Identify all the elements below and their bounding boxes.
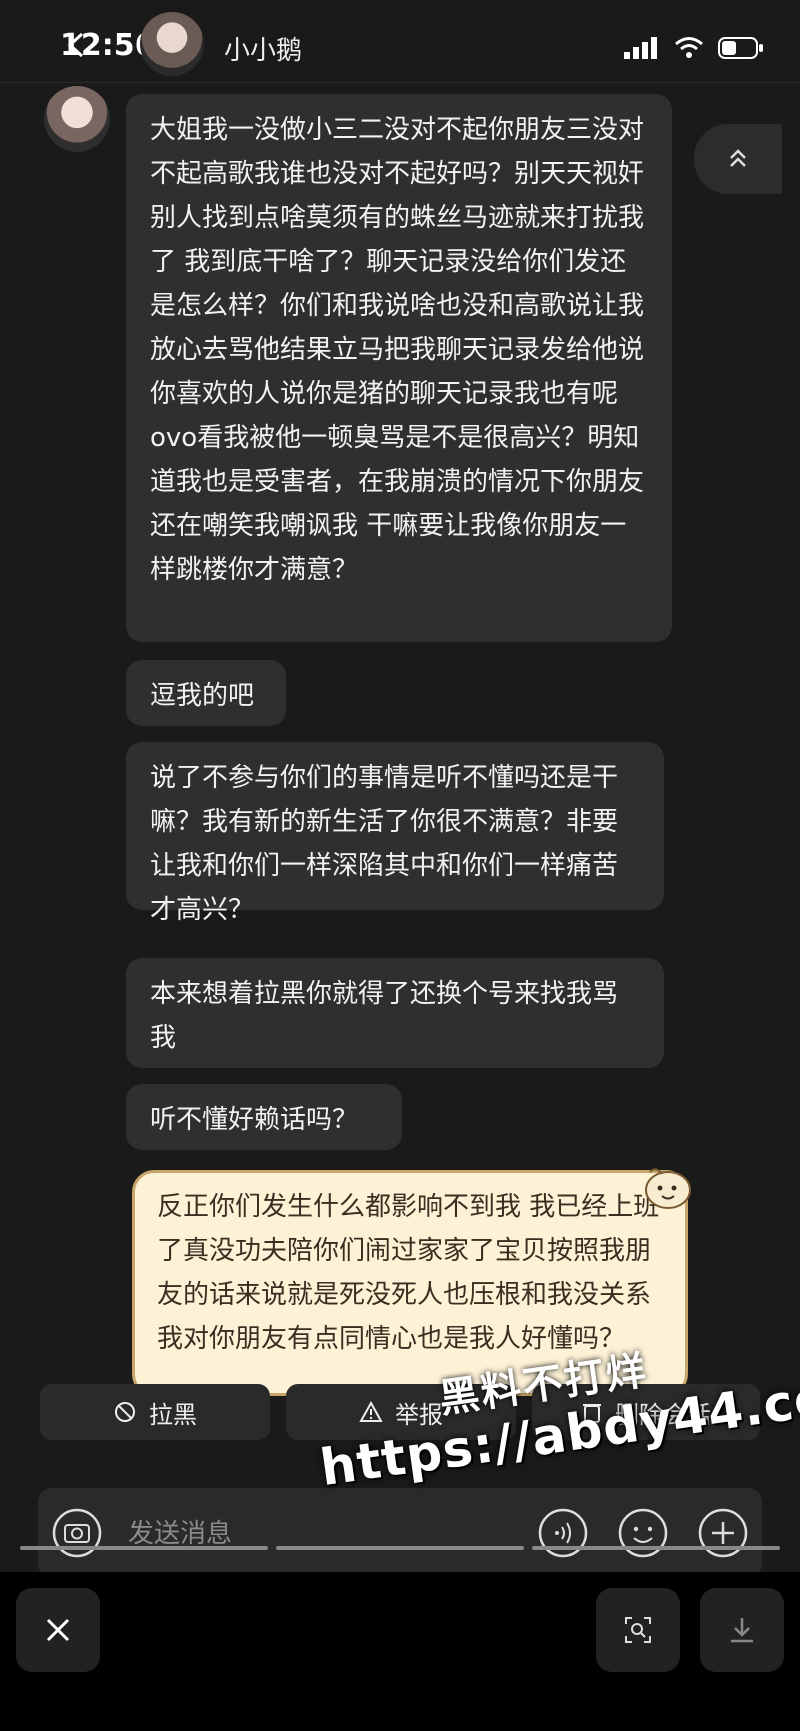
wifi-icon [675,37,703,58]
block-label: 拉黑 [149,1400,197,1429]
block-button[interactable]: 拉黑 [40,1384,270,1440]
signal-icon [624,37,657,59]
message-input[interactable]: 发送消息 [128,1513,232,1550]
download-button[interactable] [700,1588,784,1672]
message-bubble[interactable]: 说了不参与你们的事情是听不懂吗还是干嘛？我有新的新生活了你很不满意？非要让我和你… [126,742,664,925]
message-bubble[interactable]: 听不懂好赖话吗？ [126,1084,402,1150]
voice-icon[interactable] [538,1508,588,1558]
mascot-sticker [645,1168,691,1209]
story-progress-segment [532,1546,780,1550]
scroll-top-button[interactable] [694,124,782,194]
scan-icon [625,1617,651,1643]
contact-name[interactable]: 小小鹅 [224,30,302,67]
status-bar: 12:56 小小鹅 [0,0,800,92]
story-progress-segment [276,1546,524,1550]
close-icon [46,1618,70,1642]
bottom-toolbar [0,1572,800,1731]
camera-icon[interactable] [52,1508,102,1558]
avatar[interactable] [140,12,204,76]
message-bubble[interactable]: 大姐我一没做小三二没对不起你朋友三没对不起高歌我谁也没对不起好吗？别天天视奸别人… [126,94,672,642]
message-bubble[interactable]: 本来想着拉黑你就得了还换个号来找我骂我 [126,958,664,1068]
avatar[interactable] [44,86,110,152]
scan-button[interactable] [596,1588,680,1672]
emoji-icon[interactable] [618,1508,668,1558]
plus-icon[interactable] [698,1508,748,1558]
close-button[interactable] [16,1588,100,1672]
download-icon [731,1618,753,1643]
battery-icon [718,37,763,59]
warning-icon [359,1400,383,1422]
header-divider [0,82,800,83]
story-progress-segment [20,1546,268,1550]
block-icon [115,1402,135,1422]
message-bubble[interactable]: 逗我的吧 [126,660,286,726]
chevron-up-icon [730,149,746,167]
system-icons [624,36,764,60]
